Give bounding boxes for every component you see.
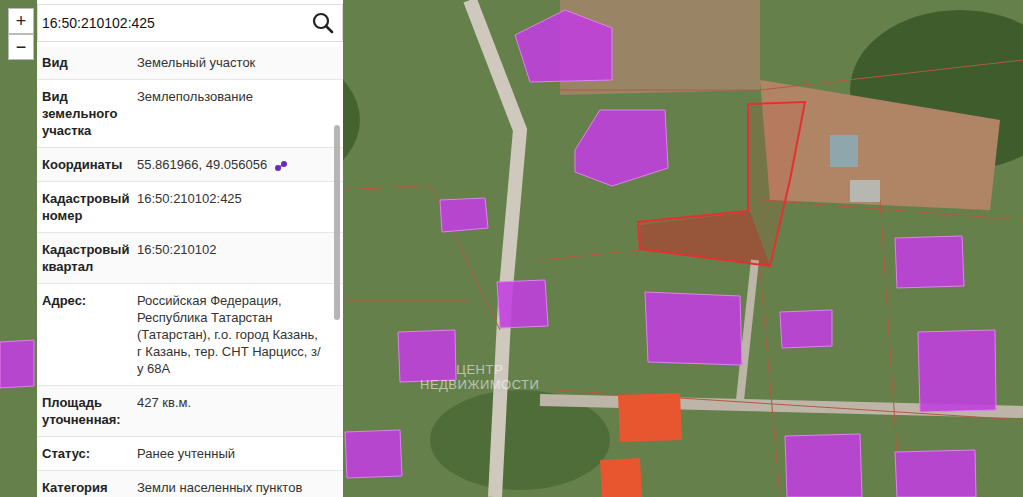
parcel-boundary [345, 300, 470, 301]
info-label: Координаты [42, 156, 137, 173]
building[interactable] [895, 450, 976, 497]
building[interactable] [345, 430, 402, 478]
building[interactable] [785, 434, 862, 497]
info-row: ВидЗемельный участок [37, 46, 343, 80]
info-row: Вид земельного участкаЗемлепользование [37, 80, 343, 148]
building[interactable] [398, 330, 456, 382]
info-panel: 16:50:210102:425ВидЗемельный участок Вид… [37, 0, 343, 497]
info-label: Площадь уточненная: [42, 394, 137, 428]
info-label: Категория [42, 479, 137, 496]
building[interactable] [780, 310, 832, 348]
building[interactable] [497, 280, 548, 328]
info-value: 427 кв.м. [137, 394, 325, 428]
building[interactable] [575, 110, 668, 186]
info-label: Кадастровый квартал [42, 241, 137, 275]
scrollbar[interactable] [334, 125, 340, 320]
roof [618, 393, 682, 442]
magnifier-icon[interactable] [312, 12, 334, 34]
parcel-boundary [345, 185, 500, 330]
info-value: 16:50:210102 [137, 241, 325, 275]
info-value: 55.861966, 49.056056 [137, 156, 325, 173]
zoom-in-button[interactable]: + [8, 8, 34, 34]
building[interactable] [645, 292, 742, 365]
parcel-boundary [560, 60, 1023, 90]
shed [850, 180, 880, 202]
info-row: Кадастровый номер16:50:210102:425 [37, 182, 343, 233]
building[interactable] [515, 10, 612, 82]
info-value: Ранее учтенный [137, 445, 325, 462]
parcel-boundary [760, 270, 780, 497]
building[interactable] [440, 198, 488, 232]
zoom-out-button[interactable]: − [8, 34, 34, 60]
info-label: Статус: [42, 445, 137, 462]
info-row: Статус:Ранее учтенный [37, 437, 343, 471]
info-table: ВидЗемельный участок Вид земельного учас… [37, 46, 343, 497]
info-row: Кадастровый квартал16:50:210102 [37, 233, 343, 284]
info-row: Координаты55.861966, 49.056056 [37, 148, 343, 182]
roof [600, 458, 642, 497]
route-icon[interactable] [274, 160, 288, 172]
shed [830, 135, 858, 167]
zoom-control: +− [8, 8, 34, 60]
building[interactable] [895, 236, 964, 288]
search-input[interactable]: 16:50:210102:425 [42, 15, 306, 31]
info-value: Земли населенных пунктов [137, 479, 325, 496]
building[interactable] [918, 330, 996, 412]
parcel-boundary [540, 250, 640, 260]
info-label: Вид [42, 54, 137, 71]
info-row: Адрес:Российская Федерация, Республика Т… [37, 284, 343, 386]
parcel-boundary [760, 200, 1023, 220]
info-row: КатегорияЗемли населенных пунктов [37, 471, 343, 497]
selected-parcel[interactable] [638, 102, 805, 266]
info-value: Российская Федерация, Республика Татарст… [137, 292, 325, 377]
map-screen: ЦЕНТРНЕДВИЖИМОСТИ+−16:50:210102:425ВидЗе… [0, 0, 1023, 497]
search-bar: 16:50:210102:425 [37, 4, 343, 42]
info-value: 16:50:210102:425 [137, 190, 325, 224]
watermark: ЦЕНТРНЕДВИЖИМОСТИ [420, 362, 539, 392]
info-label: Адрес: [42, 292, 137, 377]
info-label: Вид земельного участка [42, 88, 137, 139]
info-value: Земельный участок [137, 54, 325, 71]
info-label: Кадастровый номер [42, 190, 137, 224]
building[interactable] [0, 340, 34, 388]
info-row: Площадь уточненная:427 кв.м. [37, 386, 343, 437]
info-value: Землепользование [137, 88, 325, 139]
